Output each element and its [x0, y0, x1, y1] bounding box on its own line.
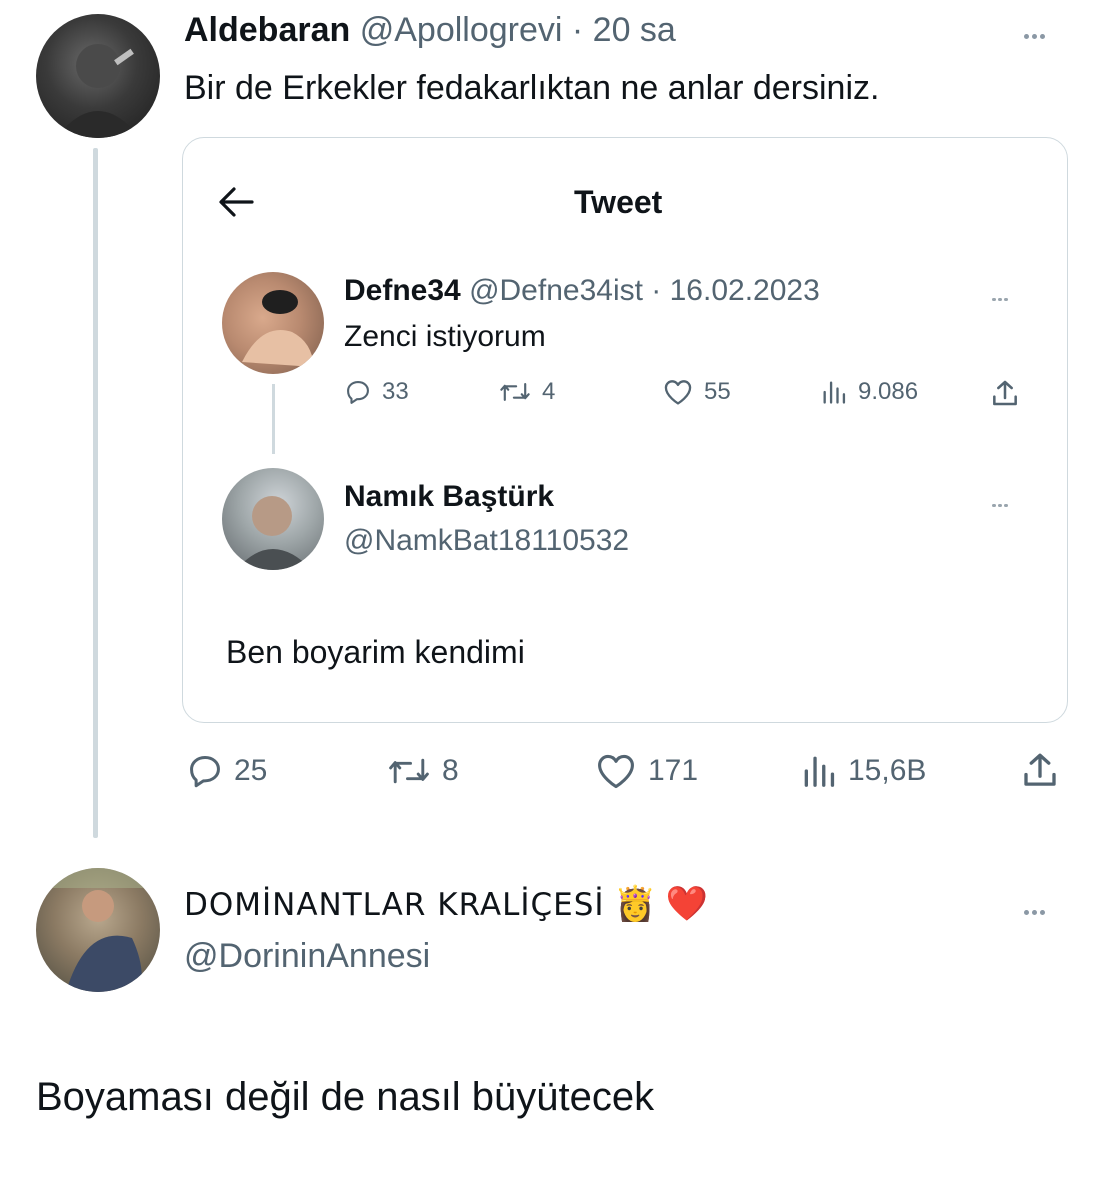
avatar-photo-icon — [242, 290, 314, 367]
thread-connector — [272, 384, 275, 454]
tweet-header: Aldebaran @Apollogrevi · 20 sa — [184, 8, 676, 52]
heart-icon — [598, 754, 634, 789]
reply-icon — [190, 756, 220, 788]
reply-author-handle[interactable]: @DorininAnnesi — [184, 934, 430, 978]
reply-more-options-button[interactable] — [1024, 902, 1048, 920]
embed-header-title: Tweet — [574, 184, 663, 220]
post1-author-handle[interactable]: @Defne34ist — [469, 274, 643, 307]
post1-author-name[interactable]: Defne34 — [344, 274, 461, 307]
post1-date[interactable]: 16.02.2023 — [670, 274, 820, 307]
post1-share-button[interactable] — [988, 378, 1022, 415]
post1-retweet-button[interactable]: 4 — [498, 378, 555, 406]
avatar-aldebaran[interactable] — [36, 14, 160, 138]
avatar-photo-icon — [36, 868, 160, 992]
post1-more-options-button[interactable] — [992, 288, 1010, 306]
separator-dot: · — [642, 274, 670, 307]
post2-more-options-button[interactable] — [992, 494, 1010, 512]
views-icon — [823, 381, 846, 404]
like-button[interactable]: 171 — [594, 752, 698, 790]
back-arrow-icon[interactable] — [216, 186, 256, 223]
author-name[interactable]: Aldebaran — [184, 11, 350, 49]
post2-author-handle[interactable]: @NamkBat18110532 — [344, 522, 629, 560]
post1-retweet-count: 4 — [542, 378, 556, 405]
separator-dot: · — [562, 11, 593, 49]
reply-count: 25 — [234, 754, 268, 787]
view-count: 15,6B — [848, 754, 927, 787]
reply-author-emojis: 👸 ❤️ — [614, 885, 709, 923]
post1-text: Zenci istiyorum — [344, 320, 546, 353]
avatar-dorininannesi[interactable] — [36, 868, 160, 992]
post1-views-button[interactable]: 9.086 — [820, 378, 918, 406]
post1-view-count: 9.086 — [858, 378, 919, 405]
post1-like-button[interactable]: 55 — [662, 378, 731, 406]
retweet-icon — [500, 382, 530, 402]
tweet-text: Bir de Erkekler fedakarlıktan ne anlar d… — [184, 69, 880, 107]
post1-like-count: 55 — [704, 378, 731, 405]
post2-author-name[interactable]: Namık Baştürk — [344, 478, 554, 516]
tweet-time[interactable]: 20 sa — [593, 11, 676, 49]
more-options-button[interactable] — [1024, 26, 1048, 44]
share-button[interactable] — [1018, 750, 1062, 797]
share-icon — [1024, 753, 1056, 786]
reply-author-name[interactable]: DOMİNANTLAR KRALİÇESİ — [184, 887, 605, 923]
avatar-photo-icon — [56, 44, 140, 138]
heart-icon — [664, 380, 692, 405]
reply-text: Boyaması değil de nasıl büyütecek — [36, 1075, 655, 1119]
author-handle[interactable]: @Apollogrevi — [360, 11, 563, 49]
post1-header: Defne34 @Defne34ist · 16.02.2023 — [344, 272, 820, 310]
post2-text: Ben boyarim kendimi — [226, 634, 525, 670]
thread-line — [93, 148, 98, 838]
views-icon — [804, 756, 835, 787]
avatar-photo-icon — [236, 496, 312, 570]
reply-icon — [347, 381, 369, 404]
retweet-count: 8 — [442, 754, 459, 787]
reply-header: DOMİNANTLAR KRALİÇESİ 👸 ❤️ — [184, 880, 708, 929]
retweet-icon — [389, 758, 429, 784]
avatar-namik-basturk[interactable] — [222, 468, 324, 570]
reply-button[interactable]: 25 — [186, 752, 267, 790]
share-icon — [993, 380, 1017, 406]
views-button[interactable]: 15,6B — [800, 752, 926, 790]
like-count: 171 — [648, 754, 699, 787]
post1-reply-button[interactable]: 33 — [344, 378, 409, 406]
retweet-button[interactable]: 8 — [386, 752, 459, 790]
avatar-defne34[interactable] — [222, 272, 324, 374]
post1-reply-count: 33 — [382, 378, 409, 405]
